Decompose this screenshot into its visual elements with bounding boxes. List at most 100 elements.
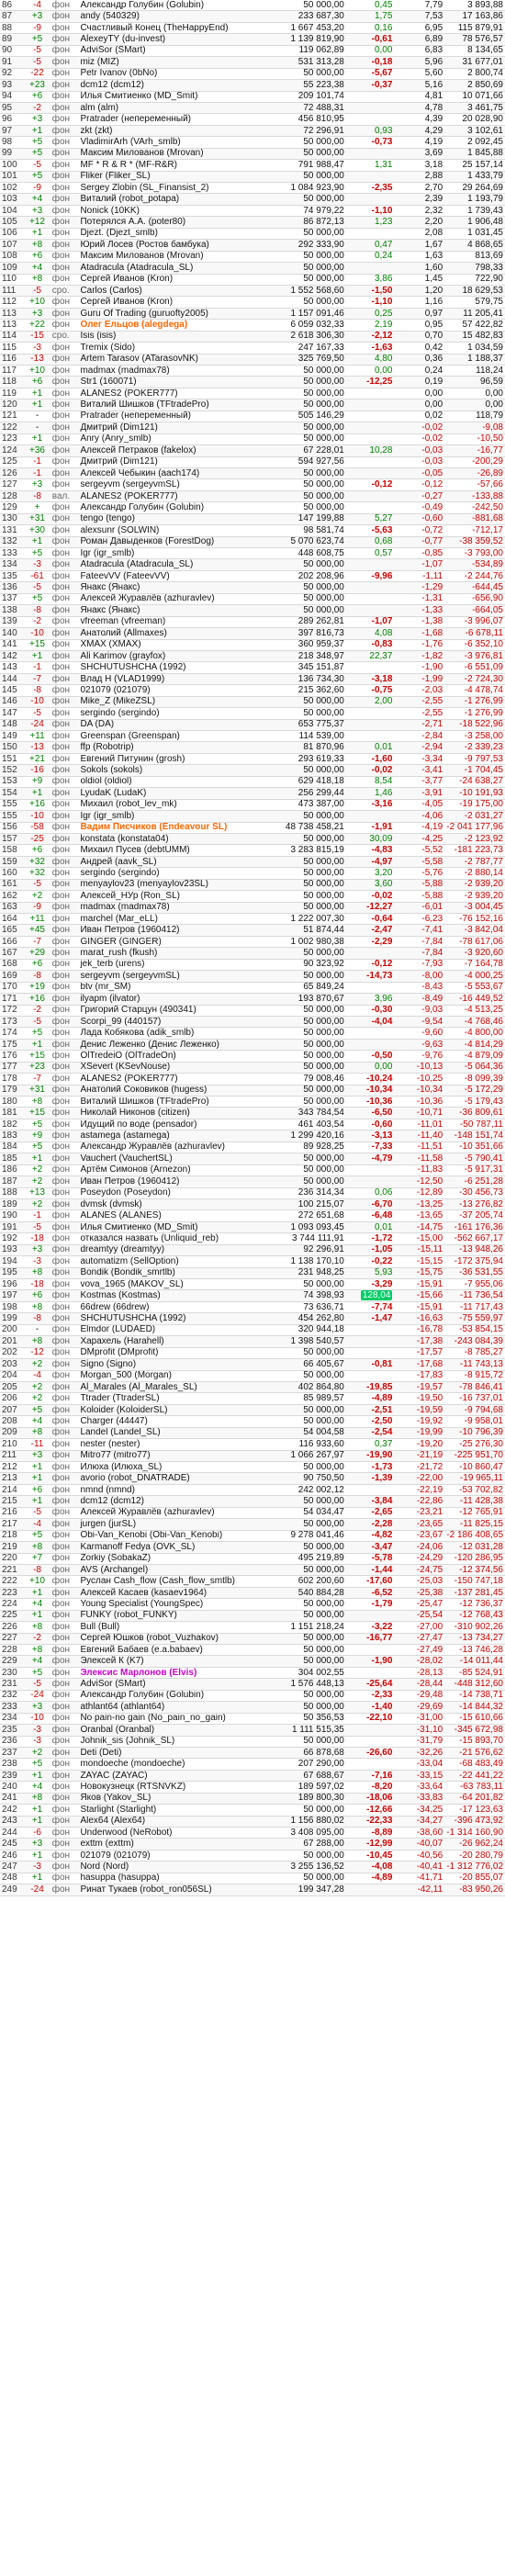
participant-name[interactable]: hasuppa (hasuppa): [78, 1873, 272, 1885]
participant-name[interactable]: Алексей_НУр (Ron_SL): [78, 890, 272, 903]
table-row[interactable]: 124 +36 фон Алексей Петраков (fakelox) 67 22…: [0, 444, 505, 457]
table-row[interactable]: 130 +31 фон tengo (tengo) 147 199,88 5,27 -0,6…: [0, 513, 505, 526]
table-row[interactable]: 235 -3 фон Oranbal (Oranbal) 1 111 515,35 -31…: [0, 1724, 505, 1737]
table-row[interactable]: 142 +1 фон Ali Karimov (grayfox) 218 348,97 2…: [0, 650, 505, 663]
table-row[interactable]: 170 +19 фон btv (mr_SM) 65 849,24 -8,43 -5 553…: [0, 982, 505, 995]
table-row[interactable]: 212 +1 фон Илюха (Илюха_SL) 50 000,00 -1,73 -2…: [0, 1461, 505, 1474]
table-row[interactable]: 129 + фон Александр Голубин (Golubin) 50 000…: [0, 501, 505, 514]
table-row[interactable]: 182 +5 фон Идущий по воде (pensador) 461 403…: [0, 1119, 505, 1131]
participant-name[interactable]: Илья Смитиенко (MD_Smit): [78, 91, 272, 103]
participant-name[interactable]: menyaylov23 (menyaylov23SL): [78, 879, 272, 892]
participant-name[interactable]: Greenspan (Greenspan): [78, 730, 272, 743]
table-row[interactable]: 103 +4 фон Виталий (robot_potapa) 50 000,00 2…: [0, 193, 505, 206]
participant-name[interactable]: sergindo (sergindo): [78, 867, 272, 880]
participant-name[interactable]: Роман Давыденков (ForestDog): [78, 536, 272, 549]
participant-name[interactable]: marat_rush (fkush): [78, 947, 272, 960]
participant-name[interactable]: DMprofit (DMprofit): [78, 1347, 272, 1360]
participant-name[interactable]: Михаил Пусев (debtUMM): [78, 844, 272, 857]
participant-name[interactable]: alexsunr (SOLWIN): [78, 524, 272, 537]
participant-name[interactable]: Isis (isis): [78, 331, 272, 343]
table-row[interactable]: 236 -3 фон Johnik_sis (Johnik_SL) 50 000,00 -…: [0, 1736, 505, 1748]
participant-name[interactable]: 021079 (021079): [78, 684, 272, 697]
table-row[interactable]: 108 +6 фон Максим Милованов (Mrovan) 50 000,…: [0, 251, 505, 264]
participant-name[interactable]: Oranbal (Oranbal): [78, 1724, 272, 1737]
table-row[interactable]: 126 -1 фон Алексей Чебыкин (aach174) 50 000,…: [0, 467, 505, 480]
participant-name[interactable]: Александр Голубин (Golubin): [78, 1690, 272, 1703]
participant-name[interactable]: 66drew (66drew): [78, 1301, 272, 1314]
table-row[interactable]: 94 +6 фон Илья Смитиенко (MD_Smit) 209 101,7…: [0, 91, 505, 103]
table-row[interactable]: 134 -3 фон Atadracula (Atadracula_SL) 50 000…: [0, 558, 505, 571]
table-row[interactable]: 245 +3 фон exttm (exttm) 67 288,00 -12,99 -40,…: [0, 1838, 505, 1850]
participant-name[interactable]: Sokols (sokols): [78, 764, 272, 777]
participant-name[interactable]: Zorkiy (SobakaZ): [78, 1553, 272, 1565]
participant-name[interactable]: Igr (igr_smlb): [78, 810, 272, 823]
participant-name[interactable]: ilyapm (ilvator): [78, 993, 272, 1006]
table-row[interactable]: 155 -10 фон Igr (igr_smlb) 50 000,00 -4,06 -2 …: [0, 810, 505, 823]
participant-name[interactable]: Виталий Шишков (TFtradePro): [78, 399, 272, 411]
table-row[interactable]: 173 -5 фон Scorpi_99 (440157) 50 000,00 -4,04…: [0, 1016, 505, 1029]
table-row[interactable]: 111 -5 сро. Carlos (Carlos) 1 552 568,60 -1,5…: [0, 285, 505, 298]
participant-name[interactable]: Анатолий (Allmaxes): [78, 627, 272, 640]
participant-name[interactable]: Счастливый Конец (TheHappyEnd): [78, 22, 272, 35]
participant-name[interactable]: Fliker (Fliker_SL): [78, 171, 272, 184]
table-row[interactable]: 244 -6 фон Underwood (NeRobot) 3 408 095,00-…: [0, 1827, 505, 1839]
participant-name[interactable]: tengo (tengo): [78, 513, 272, 526]
participant-name[interactable]: LyudaK (LudaK): [78, 787, 272, 800]
table-row[interactable]: 147 -5 фон sergindo (sergindo) 50 000,00 -2,5…: [0, 707, 505, 720]
table-row[interactable]: 119 +1 фон ALANES2 (POKER777) 50 000,00 0,00 0…: [0, 388, 505, 400]
participant-name[interactable]: Николай Никонов (citizen): [78, 1107, 272, 1119]
table-row[interactable]: 176 +15 фон OlTredeiO (OlTradeOn) 50 000,00-…: [0, 1050, 505, 1063]
table-row[interactable]: 159 +32 фон Андрей (aavk_SL) 50 000,00 -4,97-…: [0, 856, 505, 869]
participant-name[interactable]: Anry (Anry_smlb): [78, 433, 272, 446]
table-row[interactable]: 128 -8 вал. ALANES2 (POKER777) 50 000,00 -0,2…: [0, 490, 505, 503]
table-row[interactable]: 149 +11 фон Greenspan (Greenspan) 114 539,00…: [0, 730, 505, 743]
table-row[interactable]: 225 +1 фон FUNKY (robot_FUNKY) 50 000,00 -25,…: [0, 1610, 505, 1623]
participant-name[interactable]: marchel (Mar_eLL): [78, 913, 272, 926]
participant-name[interactable]: FUNKY (robot_FUNKY): [78, 1610, 272, 1623]
participant-name[interactable]: Charger (44447): [78, 1415, 272, 1428]
participant-name[interactable]: sergeyvm (sergeyvmSL): [78, 970, 272, 983]
table-row[interactable]: 175 +1 фон Денис Леженко (Денис Леженко) 50 …: [0, 1039, 505, 1052]
table-row[interactable]: 150 -13 фон ffp (Robotrip) 81 870,96 0,01 -2,9…: [0, 741, 505, 754]
participant-name[interactable]: Артём Симонов (Arnezon): [78, 1164, 272, 1177]
participant-name[interactable]: mondoeche (mondoeche): [78, 1758, 272, 1771]
participant-name[interactable]: Элексис Марлонов (Elvis): [78, 1667, 272, 1680]
table-row[interactable]: 106 +1 фон Djezt. (Djezt_smlb) 50 000,00 2,08…: [0, 228, 505, 241]
participant-name[interactable]: Идущий по воде (pensador): [78, 1119, 272, 1131]
participant-name[interactable]: 021079 (021079): [78, 1850, 272, 1862]
participant-name[interactable]: Янакс (Янакс): [78, 604, 272, 617]
table-row[interactable]: 198 +8 фон 66drew (66drew) 73 636,71 -7,74 -15…: [0, 1301, 505, 1314]
table-row[interactable]: 144 -7 фон Влад Н (VLAD1999) 136 734,30 -3,18…: [0, 673, 505, 686]
table-row[interactable]: 197 +6 фон Kostmas (Kostmas) 74 398,93 128,04…: [0, 1289, 505, 1302]
participant-name[interactable]: Новокузнецк (RTSNVKZ): [78, 1781, 272, 1794]
table-row[interactable]: 189 +2 фон dvmsk (dvmsk) 100 215,07 -6,70 -13,…: [0, 1198, 505, 1211]
participant-name[interactable]: btv (mr_SM): [78, 982, 272, 995]
participant-name[interactable]: dvmsk (dvmsk): [78, 1198, 272, 1211]
participant-name[interactable]: Анатолий Соковиков (hugess): [78, 1085, 272, 1097]
table-row[interactable]: 216 -5 фон Алексей Журавлёв (azhuravlev) 54 …: [0, 1507, 505, 1520]
table-row[interactable]: 228 +8 фон Евгений Бабаев (e.a.babaev) 50 00…: [0, 1644, 505, 1657]
participant-name[interactable]: MF * R & R * (MF-R&R): [78, 159, 272, 172]
participant-name[interactable]: OlTredeiO (OlTradeOn): [78, 1050, 272, 1063]
table-row[interactable]: 88 -9 фон Счастливый Конец (TheHappyEnd) 1 6…: [0, 22, 505, 35]
participant-name[interactable]: Юрий Лосев (Ростов бамбука): [78, 239, 272, 252]
participant-name[interactable]: Олег Ельцов (alegdega): [78, 319, 272, 332]
participant-name[interactable]: Sergey Zlobin (SL_Finansist_2): [78, 182, 272, 195]
participant-name[interactable]: madmax (madmax78): [78, 365, 272, 377]
participant-name[interactable]: dreamtyy (dreamtyy): [78, 1244, 272, 1257]
participant-name[interactable]: Виталий Шишков (TFtradePro): [78, 1096, 272, 1108]
participant-name[interactable]: ALANES2 (POKER777): [78, 490, 272, 503]
participant-name[interactable]: AlexeyTY (du-invest): [78, 33, 272, 46]
table-row[interactable]: 145 -8 фон 021079 (021079) 215 362,60 -0,75 -2…: [0, 684, 505, 697]
table-row[interactable]: 100 -5 фон MF * R & R * (MF-R&R) 791 988,47 1…: [0, 159, 505, 172]
participant-name[interactable]: ALANES2 (POKER777): [78, 388, 272, 400]
table-row[interactable]: 219 +8 фон Karmanoff Fedya (OVK_SL) 50 000,0…: [0, 1541, 505, 1554]
participant-name[interactable]: Kostmas (Kostmas): [78, 1289, 272, 1302]
participant-name[interactable]: Tremix (Sido): [78, 342, 272, 354]
participant-name[interactable]: Mike_Z (MikeZSL): [78, 696, 272, 709]
participant-name[interactable]: AVS (Archangel): [78, 1564, 272, 1577]
table-row[interactable]: 113 +3 фон Guru Of Trading (guruofty2005) 1 …: [0, 308, 505, 321]
participant-name[interactable]: avorio (robot_DNATRADE): [78, 1472, 272, 1485]
table-row[interactable]: 152 -16 фон Sokols (sokols) 50 000,00 -0,02 -3…: [0, 764, 505, 777]
table-row[interactable]: 166 -7 фон GINGER (GINGER) 1 002 980,38 -2,29…: [0, 936, 505, 949]
